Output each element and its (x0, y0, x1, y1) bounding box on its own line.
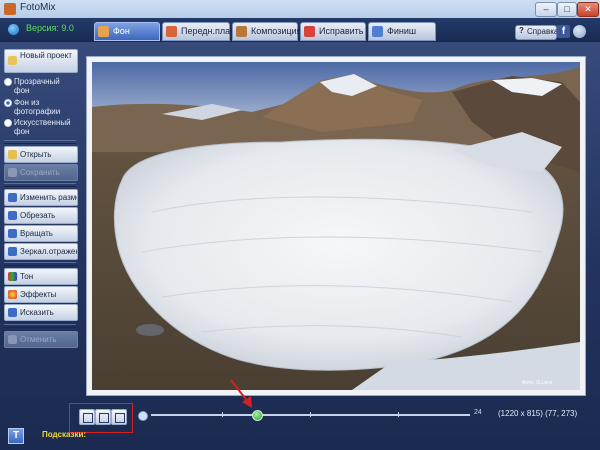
mirror-button[interactable]: Зеркал.отражение (4, 243, 78, 260)
separator (4, 140, 76, 144)
tab-label: Передн.план (181, 26, 236, 36)
radio-label: Фон из фотографии (14, 98, 61, 116)
tab-label: Композиция (251, 26, 302, 36)
crop-icon (8, 211, 17, 220)
radio-circle[interactable] (4, 78, 12, 86)
tone-label: Тон (20, 272, 34, 281)
zoom-actual-size-button[interactable] (79, 409, 95, 425)
distort-button[interactable]: Исказить (4, 304, 78, 321)
new-project-button[interactable]: Новый проект (4, 49, 78, 73)
tab-label: Исправить (319, 26, 364, 36)
resize-icon (8, 193, 17, 202)
distort-label: Исказить (20, 308, 54, 317)
tab-foreground[interactable]: Передн.план (162, 22, 235, 41)
fit-icon (99, 413, 109, 423)
effects-button[interactable]: Эффекты (4, 286, 78, 303)
tab-finish[interactable]: Финиш (368, 22, 436, 41)
zoom-fit-button[interactable] (95, 409, 111, 425)
text-icon[interactable]: T (8, 428, 24, 444)
open-button[interactable]: Открыть (4, 146, 78, 163)
save-icon (8, 168, 17, 177)
composition-icon (236, 26, 247, 37)
radio-circle[interactable] (4, 119, 12, 127)
fill-icon (115, 413, 125, 423)
zoom-value: 24 (474, 409, 482, 416)
mirror-icon (8, 247, 17, 256)
radio-label: Искусственный фон (14, 118, 71, 136)
separator (4, 324, 76, 328)
tab-fix[interactable]: Исправить (300, 22, 366, 41)
hints-label: Подсказки: (42, 430, 87, 439)
slider-tick (222, 412, 223, 417)
red-arrow-annotation (230, 379, 252, 408)
background-icon (98, 26, 109, 37)
glacier-photo-image: Фото: G.Lenz (92, 62, 580, 390)
question-icon: ? (519, 26, 524, 35)
zoom-slider-thumb[interactable] (252, 410, 264, 421)
app-icon (4, 3, 16, 15)
help-button[interactable]: ? Справка (515, 25, 559, 40)
crop-button[interactable]: Обрезать (4, 207, 78, 224)
photo-watermark: Фото: G.Lenz (522, 380, 553, 386)
tab-label: Финиш (387, 26, 417, 36)
rotate-icon (8, 229, 17, 238)
new-project-label: Новый проект (20, 51, 72, 60)
separator (4, 183, 76, 187)
slider-tick (310, 412, 311, 417)
actual-size-icon (83, 413, 93, 423)
glacier-photo: Фото: G.Lenz (92, 62, 580, 390)
zoom-reset-icon[interactable] (138, 411, 148, 421)
undo-icon (8, 335, 17, 344)
undo-button[interactable]: Отменить (4, 331, 78, 348)
app-window: FotoMix – □ ✕ Версия: 9.0 Фон Передн.пла… (0, 0, 600, 450)
tab-background[interactable]: Фон (94, 22, 160, 41)
crop-label: Обрезать (20, 211, 56, 220)
maximize-button[interactable]: □ (557, 2, 577, 17)
version-text: Версия: 9.0 (26, 23, 74, 33)
slider-tick (398, 412, 399, 417)
minimize-button[interactable]: – (535, 2, 557, 17)
effects-label: Эффекты (20, 290, 57, 299)
tab-label: Фон (113, 26, 130, 36)
tab-composition[interactable]: Композиция (232, 22, 302, 41)
image-canvas[interactable]: Фото: G.Lenz (86, 56, 586, 396)
title-bar: FotoMix – □ ✕ (0, 0, 600, 19)
separator (4, 262, 76, 266)
resize-label: Изменить размер (20, 193, 77, 202)
image-info: (1220 x 815) (77, 273) (498, 409, 578, 418)
rotate-button[interactable]: Вращать (4, 225, 78, 242)
radio-label: Прозрачный фон (14, 77, 60, 95)
facebook-icon[interactable]: f (557, 25, 570, 38)
resize-button[interactable]: Изменить размер (4, 189, 78, 206)
fix-icon (304, 26, 315, 37)
finish-icon (372, 26, 383, 37)
zoom-fill-button[interactable] (111, 409, 127, 425)
rotate-label: Вращать (20, 229, 53, 238)
effects-icon (8, 290, 17, 299)
mirror-label: Зеркал.отражение (20, 247, 77, 256)
save-button[interactable]: Сохранить (4, 164, 78, 181)
tone-button[interactable]: Тон (4, 268, 78, 285)
logo-icon (8, 24, 19, 35)
window-title: FotoMix (20, 2, 56, 13)
undo-label: Отменить (20, 335, 57, 344)
close-button[interactable]: ✕ (577, 2, 599, 17)
new-file-icon (8, 56, 17, 65)
help-label: Справка (527, 27, 559, 36)
open-label: Открыть (20, 150, 52, 159)
folder-icon (8, 150, 17, 159)
save-label: Сохранить (20, 168, 60, 177)
radio-circle[interactable] (4, 99, 12, 107)
tone-icon (8, 272, 17, 281)
globe-icon[interactable] (573, 25, 586, 38)
foreground-icon (166, 26, 177, 37)
distort-icon (8, 308, 17, 317)
